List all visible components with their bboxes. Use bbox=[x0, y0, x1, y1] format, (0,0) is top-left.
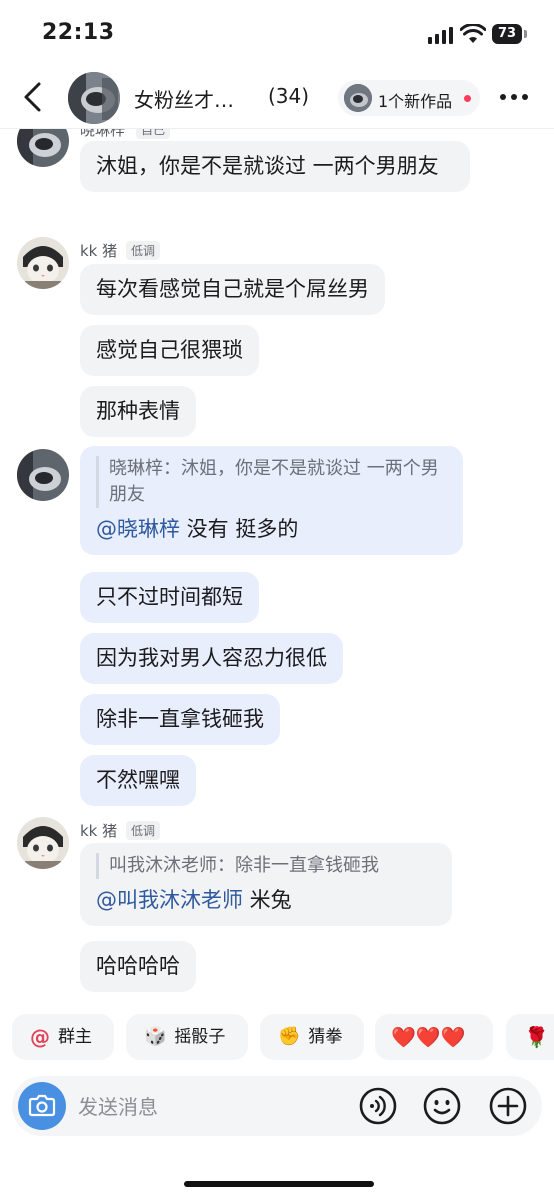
group-title[interactable]: 女粉丝才… bbox=[134, 84, 234, 113]
cellular-signal-icon bbox=[428, 27, 453, 44]
dice-icon: 🎲 bbox=[144, 1026, 167, 1047]
emoji-icon[interactable] bbox=[422, 1086, 462, 1126]
quoted-message: 晓琳梓：沐姐，你是不是就谈过 一两个男朋友 bbox=[96, 456, 447, 508]
message-input[interactable] bbox=[76, 1090, 350, 1124]
message-bubble[interactable]: 沐姐，你是不是就谈过 一两个男朋友 bbox=[80, 141, 470, 192]
group-avatar-image bbox=[68, 72, 120, 124]
sender-badge: 低调 bbox=[126, 821, 161, 840]
home-indicator bbox=[184, 1181, 374, 1187]
message-bubble[interactable]: 除非一直拿钱砸我 bbox=[80, 694, 280, 745]
message-bubble[interactable]: 感觉自己很猥琐 bbox=[80, 325, 259, 376]
sender-badge: 低调 bbox=[126, 241, 161, 260]
quick-reply-rose[interactable]: 🌹 bbox=[506, 1014, 554, 1060]
message-bubble[interactable]: 因为我对男人容忍力很低 bbox=[80, 633, 343, 684]
chat-header: 女粉丝才… (34) 1个新作品 bbox=[0, 66, 554, 129]
quick-reply-at-owner[interactable]: @ 群主 bbox=[12, 1014, 114, 1060]
group-avatar[interactable] bbox=[68, 72, 120, 124]
at-icon: @ bbox=[30, 1025, 50, 1049]
mention-link[interactable]: @晓琳梓 bbox=[96, 517, 180, 541]
plus-icon[interactable] bbox=[488, 1086, 528, 1126]
quick-reply-dice[interactable]: 🎲 摇骰子 bbox=[126, 1014, 248, 1060]
battery-indicator: 73 bbox=[492, 24, 528, 44]
reply-bubble[interactable]: 叫我沐沐老师：除非一直拿钱砸我 @叫我沐沐老师 米兔 bbox=[80, 843, 452, 926]
quick-reply-label: 摇骰子 bbox=[174, 1027, 226, 1047]
cat-avatar-image bbox=[17, 817, 69, 869]
sender-avatar[interactable] bbox=[17, 129, 69, 167]
camera-icon bbox=[28, 1094, 56, 1117]
status-bar: 22:13 73 bbox=[0, 0, 554, 66]
reply-text: @叫我沐沐老师 米兔 bbox=[96, 885, 436, 916]
sender-name: 晓琳梓 bbox=[80, 129, 126, 139]
new-work-thumbnail bbox=[344, 84, 372, 112]
back-button[interactable] bbox=[18, 80, 48, 114]
battery-cap bbox=[524, 30, 527, 38]
more-icon[interactable] bbox=[498, 82, 530, 112]
message-bubble[interactable]: 每次看感觉自己就是个屌丝男 bbox=[80, 264, 385, 315]
quick-reply-label: 猜拳 bbox=[308, 1027, 343, 1047]
camera-button[interactable] bbox=[18, 1082, 66, 1130]
reply-bubble[interactable]: 晓琳梓：沐姐，你是不是就谈过 一两个男朋友 @晓琳梓 没有 挺多的 bbox=[80, 446, 463, 555]
new-work-button[interactable]: 1个新作品 bbox=[338, 80, 480, 116]
sender-avatar-image bbox=[17, 449, 69, 501]
reply-text: @晓琳梓 没有 挺多的 bbox=[96, 514, 447, 545]
heart-icon: ❤️❤️❤️ bbox=[391, 1025, 466, 1049]
reply-content: 米兔 bbox=[243, 888, 292, 912]
chat-message-list[interactable]: 晓琳梓 自己 沐姐，你是不是就谈过 一两个男朋友 kk 猪 低调 每次看感觉自己… bbox=[0, 129, 554, 1004]
quick-reply-bar: @ 群主 🎲 摇骰子 ✊ 猜拳 ❤️❤️❤️ 🌹 bbox=[0, 1012, 554, 1062]
quick-reply-hearts[interactable]: ❤️❤️❤️ bbox=[375, 1014, 493, 1060]
quoted-message: 叫我沐沐老师：除非一直拿钱砸我 bbox=[96, 853, 436, 879]
battery-level: 73 bbox=[492, 24, 522, 44]
member-count[interactable]: (34) bbox=[268, 84, 309, 108]
rose-icon: 🌹 bbox=[524, 1025, 549, 1049]
status-time: 22:13 bbox=[42, 20, 115, 45]
sender-avatar[interactable] bbox=[17, 817, 69, 869]
wifi-icon bbox=[460, 24, 486, 43]
mention-link[interactable]: @叫我沐沐老师 bbox=[96, 888, 243, 912]
notification-dot bbox=[464, 95, 471, 102]
new-work-label: 1个新作品 bbox=[378, 92, 453, 111]
new-work-thumbnail-image bbox=[344, 84, 372, 112]
message-bubble[interactable]: 那种表情 bbox=[80, 386, 196, 437]
quick-reply-rock-paper-scissors[interactable]: ✊ 猜拳 bbox=[260, 1014, 364, 1060]
sender-avatar-image bbox=[17, 129, 69, 167]
sender-avatar[interactable] bbox=[17, 449, 69, 501]
fist-icon: ✊ bbox=[278, 1026, 301, 1047]
message-bubble[interactable]: 只不过时间都短 bbox=[80, 572, 259, 623]
reply-content: 没有 挺多的 bbox=[180, 517, 299, 541]
sender-avatar[interactable] bbox=[17, 237, 69, 289]
voice-icon[interactable] bbox=[358, 1086, 398, 1126]
message-input-bar bbox=[12, 1076, 542, 1136]
message-bubble[interactable]: 哈哈哈哈 bbox=[80, 941, 196, 992]
sender-badge: 自己 bbox=[136, 129, 171, 139]
sender-name: kk 猪 bbox=[80, 242, 118, 260]
cat-avatar-image bbox=[17, 237, 69, 289]
message-bubble[interactable]: 不然嘿嘿 bbox=[80, 755, 196, 806]
quick-reply-label: 群主 bbox=[58, 1027, 92, 1047]
sender-name: kk 猪 bbox=[80, 822, 118, 840]
